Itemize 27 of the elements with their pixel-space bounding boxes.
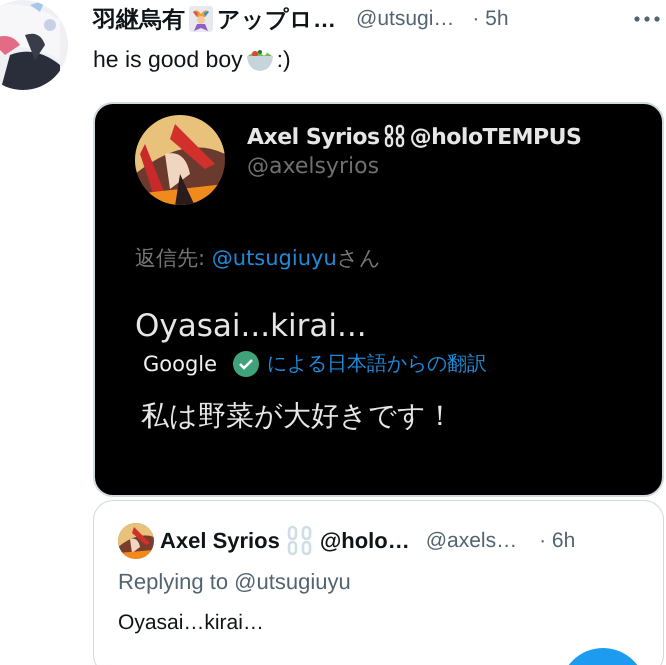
reply-line: 返信先: @utsugiuyu さん bbox=[135, 245, 382, 272]
user-handle: @axels… bbox=[426, 529, 518, 553]
tweet-text: Oyasai…kirai… bbox=[118, 611, 265, 635]
check-icon bbox=[233, 350, 260, 376]
display-name: Axel Syrios bbox=[247, 124, 380, 150]
mention-link[interactable]: @utsugiuyu bbox=[212, 246, 337, 270]
reply-line: Replying to @utsugiuyu bbox=[118, 569, 352, 595]
tweet-text: :) bbox=[276, 46, 291, 72]
translation-link[interactable]: による日本語からの翻訳 bbox=[267, 350, 488, 377]
display-name: Axel Syrios bbox=[160, 528, 280, 554]
display-name[interactable]: 羽継烏有 bbox=[93, 4, 185, 34]
display-name: @holo… bbox=[320, 528, 410, 554]
timestamp: · 6h bbox=[539, 529, 576, 553]
chain-icon bbox=[286, 524, 314, 558]
jester-icon bbox=[189, 6, 213, 32]
timestamp[interactable]: · 5h bbox=[472, 7, 509, 31]
display-name[interactable]: アップロ… bbox=[217, 4, 336, 34]
tweet-text: Oyasai...kirai... bbox=[135, 308, 368, 344]
tweet-text: he is good boy bbox=[93, 46, 243, 72]
chain-icon bbox=[384, 124, 406, 150]
display-name: @holoTEMPUS bbox=[410, 124, 582, 150]
more-icon[interactable] bbox=[634, 16, 660, 22]
translator-logo: Google bbox=[143, 352, 218, 376]
user-handle: @axelsyrios bbox=[247, 154, 380, 179]
user-handle[interactable]: @utsugi… bbox=[356, 7, 454, 31]
translated-text: 私は野菜が大好きです！ bbox=[141, 398, 455, 434]
screenshot-image[interactable]: Axel Syrios @holoTEMPUS @axelsyrios 返信先: @utsugiuyu さん Oyasai...kirai... Google による日本語からの翻訳 私は野菜が大好きです！ bbox=[93, 102, 664, 497]
